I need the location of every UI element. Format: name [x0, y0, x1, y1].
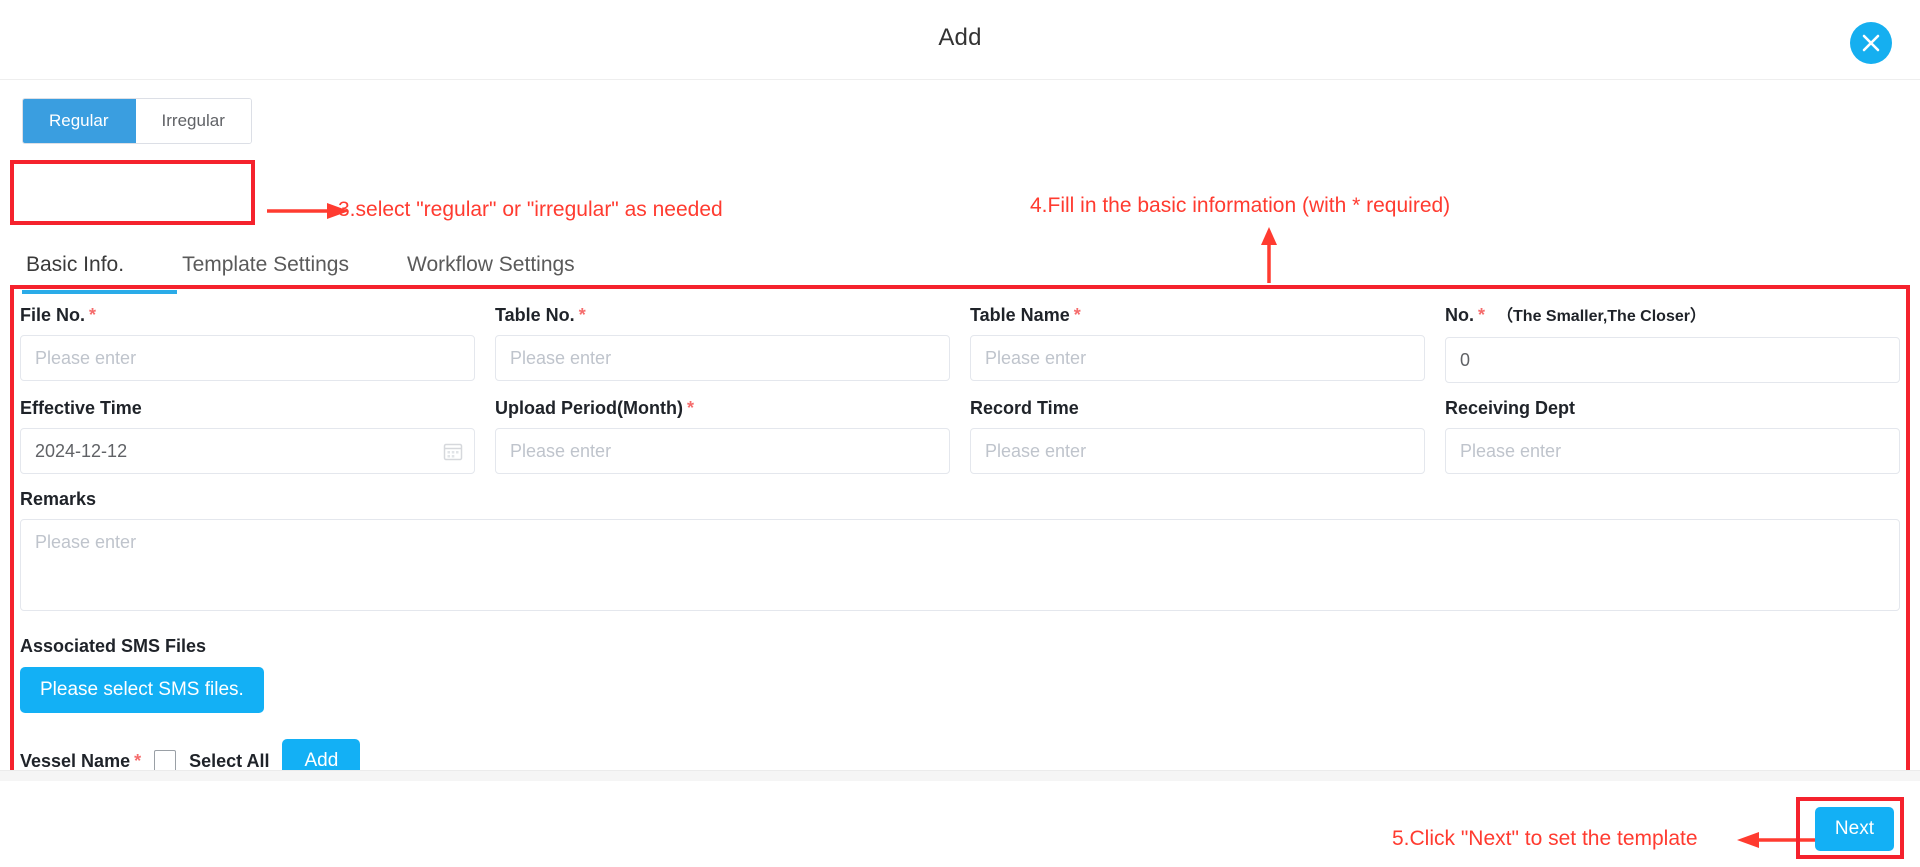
required-marker: *: [89, 305, 97, 325]
label-text: Table No.: [495, 305, 575, 325]
select-sms-files-button[interactable]: Please select SMS files.: [20, 667, 264, 713]
dialog-header: Add: [0, 0, 1920, 80]
select-all-checkbox[interactable]: [154, 750, 177, 772]
field-receiving-dept: Receiving Dept: [1445, 397, 1900, 474]
form-row-1: File No.* Table No.* Table Name* No.*（Th…: [20, 304, 1900, 383]
label-text: Record Time: [970, 398, 1079, 418]
input-receiving-dept[interactable]: [1445, 428, 1900, 474]
annotation-arrow-step4: [1261, 227, 1277, 283]
page-title: Add: [938, 24, 982, 51]
field-table-name: Table Name *: [970, 304, 1425, 383]
label-upload-period: Upload Period(Month) *: [495, 397, 950, 419]
label-receiving-dept: Receiving Dept: [1445, 397, 1900, 419]
segment-irregular[interactable]: Irregular: [135, 99, 251, 143]
input-file-no[interactable]: [20, 335, 475, 381]
input-no[interactable]: [1445, 337, 1900, 383]
input-table-no[interactable]: [495, 335, 950, 381]
dialog-footer: 5.Click "Next" to set the template Next: [0, 770, 1920, 867]
label-associated-sms-files: Associated SMS Files: [20, 636, 207, 656]
required-marker: *: [1478, 305, 1486, 325]
highlight-box-segmented: [10, 160, 255, 225]
label-text: Vessel Name: [20, 750, 131, 771]
field-effective-time: Effective Time: [20, 397, 475, 474]
label-text: File No.: [20, 305, 86, 325]
input-remarks[interactable]: [20, 519, 1900, 611]
effective-time-wrap: [20, 428, 475, 474]
footer-divider: [0, 771, 1920, 781]
input-upload-period[interactable]: [495, 428, 950, 474]
calendar-icon[interactable]: [443, 441, 463, 461]
annotation-step5: 5.Click "Next" to set the template: [1392, 827, 1698, 850]
frequency-segmented-control[interactable]: Regular Irregular: [22, 98, 252, 144]
label-remarks: Remarks: [20, 488, 1900, 510]
tab-template-settings[interactable]: Template Settings: [182, 253, 349, 287]
form-row-remarks: Remarks: [20, 488, 1900, 616]
label-file-no: File No. *: [20, 304, 475, 326]
annotation-step4: 4.Fill in the basic information (with * …: [1030, 194, 1451, 217]
label-text: Upload Period(Month): [495, 398, 683, 418]
label-table-name: Table Name *: [970, 304, 1425, 326]
field-remarks: Remarks: [20, 488, 1900, 616]
tab-bar[interactable]: Basic Info. Template Settings Workflow S…: [26, 253, 575, 287]
label-vessel-name: Vessel Name *: [20, 751, 141, 772]
tab-active-underline: [22, 290, 177, 294]
tab-workflow-settings[interactable]: Workflow Settings: [407, 253, 575, 287]
form-row-2: Effective Time 2024-12-12 Upload Period(…: [20, 397, 1900, 474]
label-effective-time: Effective Time: [20, 397, 475, 419]
required-marker: *: [578, 305, 586, 325]
required-marker: *: [1073, 305, 1081, 325]
tab-basic-info[interactable]: Basic Info.: [26, 253, 124, 287]
required-marker: *: [686, 398, 694, 418]
label-text: No.: [1445, 305, 1474, 325]
basic-info-form: File No.* Table No.* Table Name* No.*（Th…: [20, 304, 1900, 783]
annotation-step3: 3.select "regular" or "irregular" as nee…: [338, 198, 723, 221]
field-table-no: Table No. *: [495, 304, 950, 383]
label-select-all: Select All: [189, 750, 270, 771]
label-text: Table Name: [970, 305, 1070, 325]
field-file-no: File No. *: [20, 304, 475, 383]
input-effective-time[interactable]: [20, 428, 475, 474]
field-upload-period: Upload Period(Month) *: [495, 397, 950, 474]
label-text: Remarks: [20, 489, 97, 509]
segment-regular[interactable]: Regular: [23, 99, 136, 143]
field-no: No. * （The Smaller,The Closer）: [1445, 304, 1900, 383]
label-text: Effective Time: [20, 398, 142, 418]
label-record-time: Record Time: [970, 397, 1425, 419]
label-no: No. * （The Smaller,The Closer）: [1445, 304, 1900, 328]
input-record-time[interactable]: [970, 428, 1425, 474]
label-table-no: Table No. *: [495, 304, 950, 326]
required-marker: *: [134, 750, 142, 771]
field-record-time: Record Time: [970, 397, 1425, 474]
next-button[interactable]: Next: [1814, 807, 1894, 851]
input-table-name[interactable]: [970, 335, 1425, 381]
label-no-hint: （The Smaller,The Closer）: [1497, 308, 1706, 325]
label-text: Receiving Dept: [1445, 398, 1576, 418]
close-icon[interactable]: [1850, 22, 1892, 64]
dialog-body: Regular Irregular 3.select "regular" or …: [0, 80, 1920, 815]
